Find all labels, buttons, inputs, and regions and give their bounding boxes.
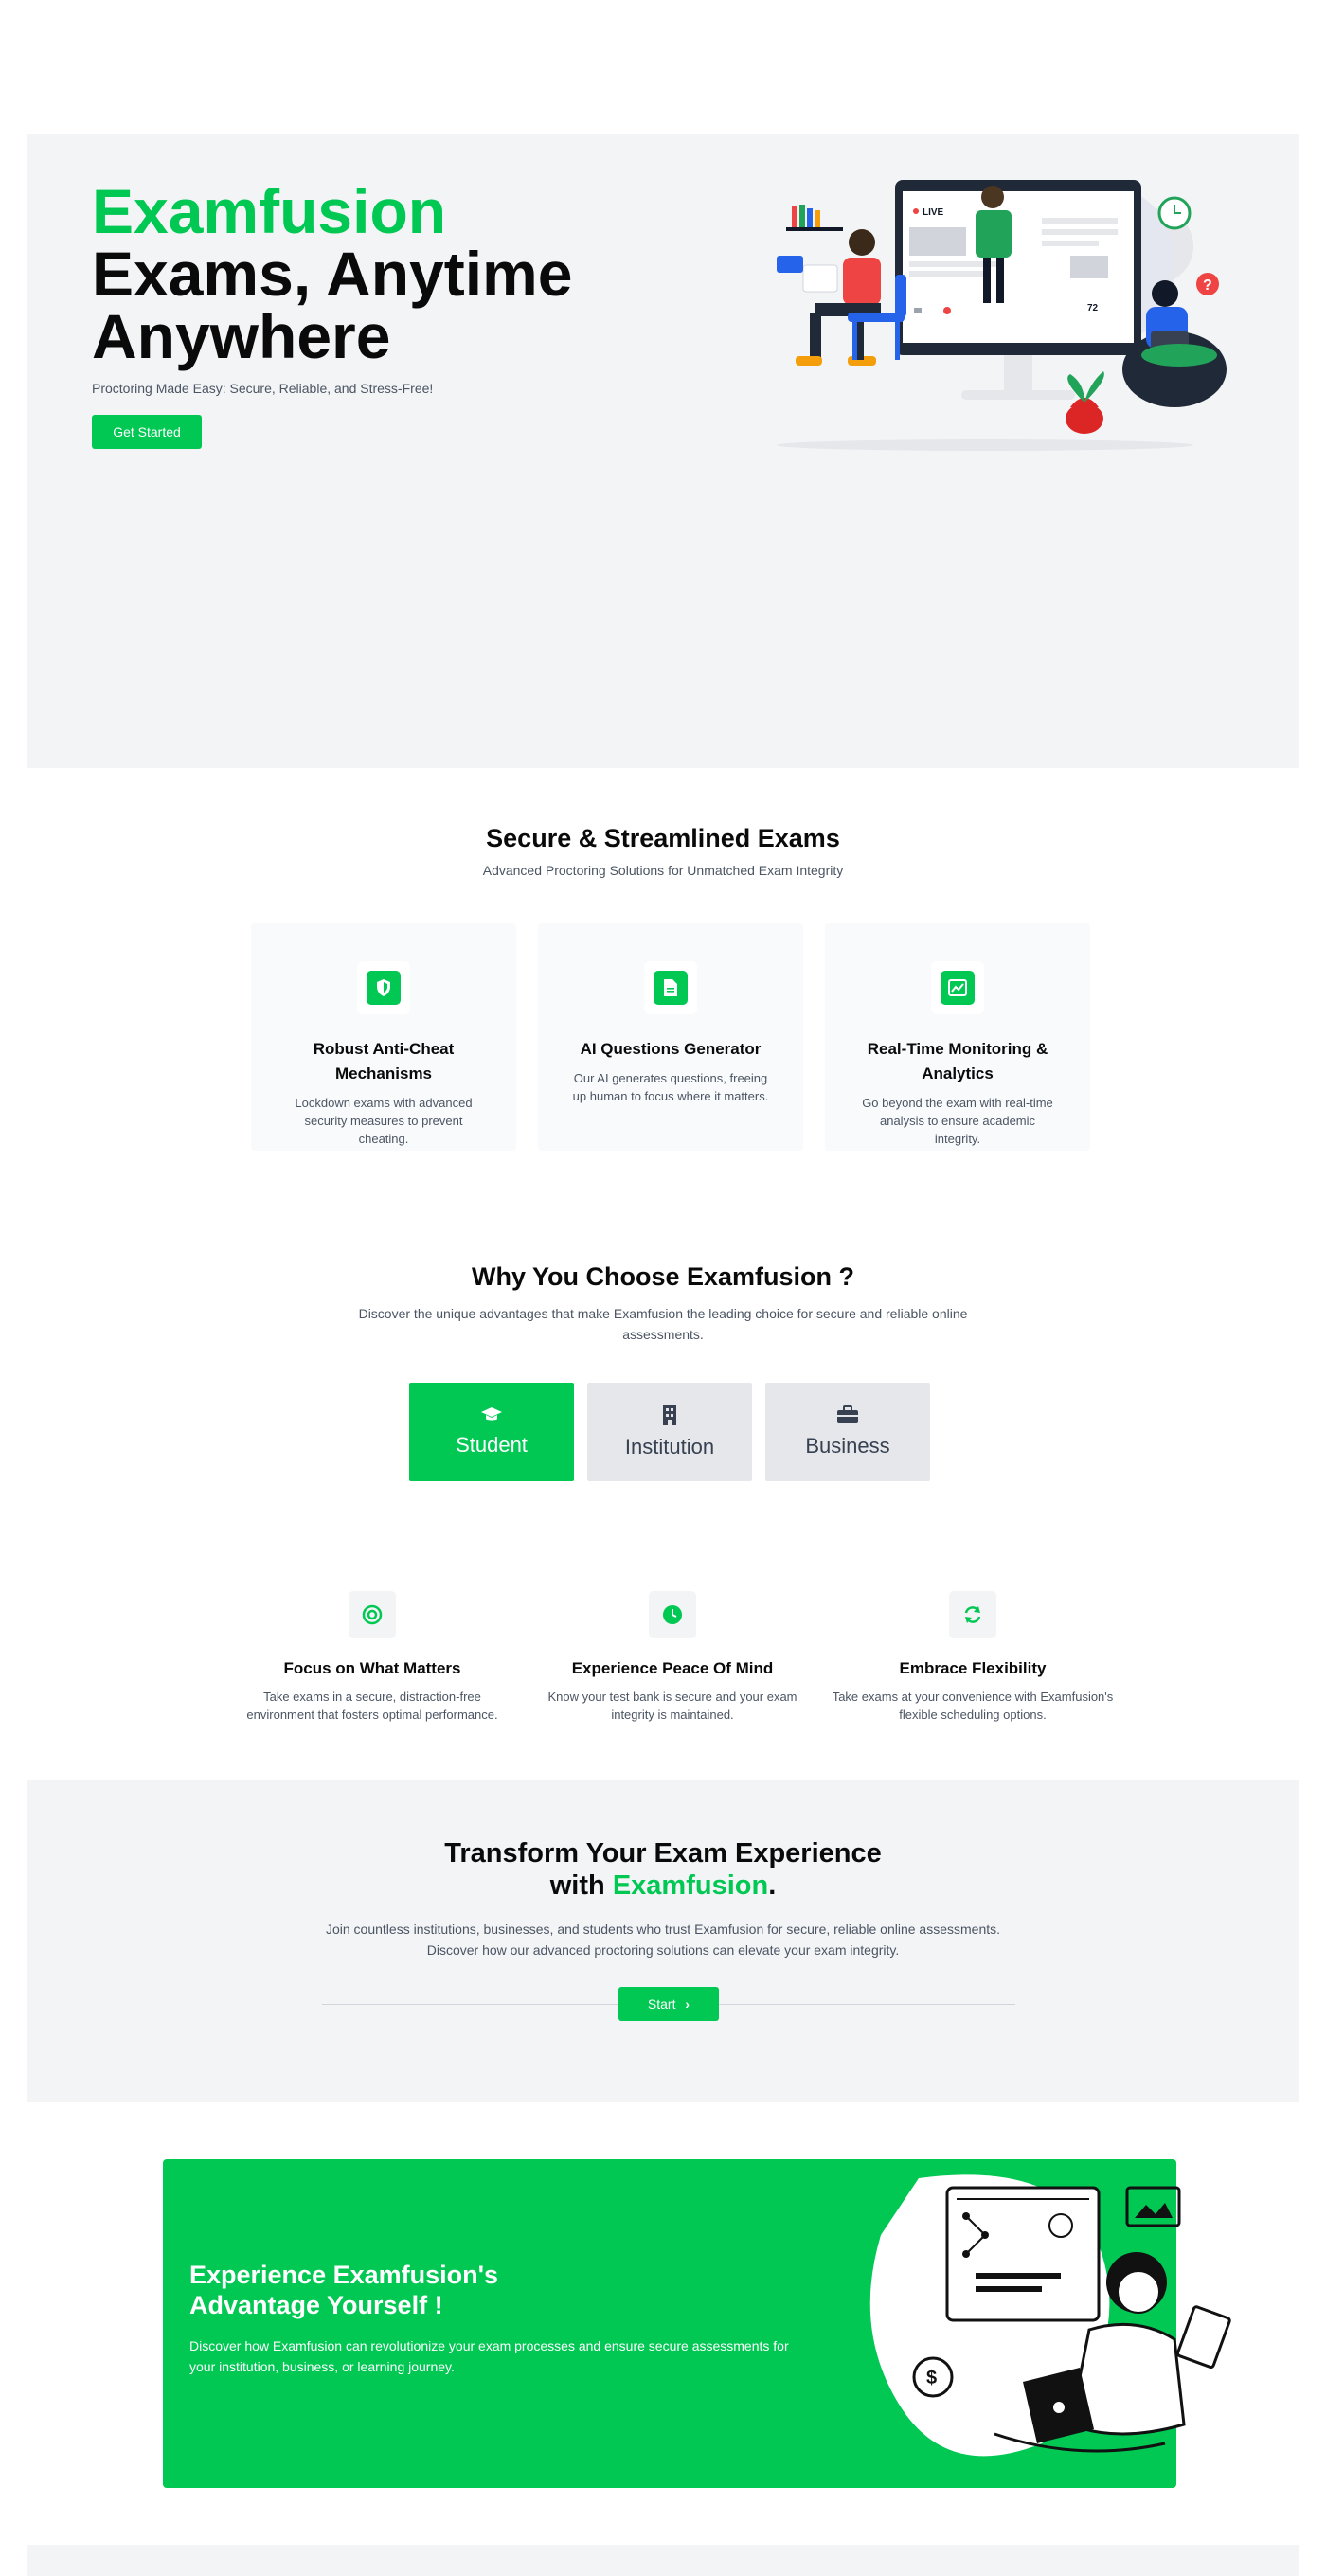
why-feature-flexibility: Embrace Flexibility Take exams at your c…	[831, 1591, 1115, 1724]
building-icon	[663, 1405, 676, 1425]
feature-card-monitoring: Real-Time Monitoring & Analytics Go beyo…	[825, 923, 1090, 1151]
clock-icon	[649, 1591, 696, 1638]
start-button[interactable]: Start ›	[618, 1987, 719, 2021]
card-title: Robust Anti-Cheat Mechanisms	[313, 1040, 455, 1082]
transform-title: Transform Your Exam Experience with Exam…	[444, 1838, 882, 1901]
footer-strip	[27, 2545, 1299, 2576]
transform-section: Transform Your Exam Experience with Exam…	[27, 1780, 1299, 2102]
why-feature-peace: Experience Peace Of Mind Know your test …	[530, 1591, 815, 1724]
why-title: Why You Choose Examfusion ?	[471, 1262, 855, 1291]
secure-section-header: Secure & Streamlined Exams Advanced Proc…	[0, 824, 1326, 878]
secure-title: Secure & Streamlined Exams	[486, 824, 840, 852]
feature-card-anti-cheat: Robust Anti-Cheat Mechanisms Lockdown ex…	[251, 923, 516, 1151]
why-subtitle: Discover the unique advantages that make…	[358, 1306, 968, 1342]
hero-title: Exams, Anytime Anywhere	[92, 239, 573, 371]
chart-icon	[941, 971, 975, 1005]
svg-text:?: ?	[1203, 277, 1212, 294]
feature-desc: Take exams at your convenience with Exam…	[832, 1690, 1114, 1722]
hero-text: Examfusion Exams, Anytime Anywhere Proct…	[92, 180, 622, 449]
card-desc: Go beyond the exam with real-time analys…	[862, 1096, 1053, 1146]
transform-brand: Examfusion	[612, 1870, 769, 1901]
briefcase-icon	[837, 1405, 858, 1423]
get-started-button[interactable]: Get Started	[92, 415, 202, 449]
hero-illustration: LIVE 72 ?	[777, 180, 1227, 451]
feature-title: Experience Peace Of Mind	[571, 1659, 774, 1677]
card-desc: Our AI generates questions, freeing up h…	[572, 1071, 769, 1103]
secure-subtitle: Advanced Proctoring Solutions for Unmatc…	[482, 863, 844, 878]
transform-desc: Join countless institutions, businesses,…	[325, 1922, 1001, 1958]
card-title: Real-Time Monitoring & Analytics	[867, 1040, 1048, 1082]
feature-desc: Know your test bank is secure and your e…	[547, 1690, 797, 1722]
tab-label: Student	[456, 1433, 528, 1457]
document-icon	[654, 971, 688, 1005]
tab-label: Business	[805, 1434, 890, 1458]
feature-title: Focus on What Matters	[283, 1659, 461, 1677]
why-section-header: Why You Choose Examfusion ? Discover the…	[0, 1262, 1326, 1345]
svg-text:$: $	[926, 2368, 937, 2388]
hero-subtitle: Proctoring Made Easy: Secure, Reliable, …	[92, 381, 434, 396]
why-feature-focus: Focus on What Matters Take exams in a se…	[230, 1591, 514, 1724]
hero-brand: Examfusion	[92, 176, 447, 246]
cta-title: Experience Examfusion's Advantage Yourse…	[189, 2261, 499, 2319]
feature-desc: Take exams in a secure, distraction-free…	[246, 1690, 498, 1722]
tab-business[interactable]: Business	[765, 1383, 930, 1481]
card-title: AI Questions Generator	[580, 1040, 762, 1058]
target-icon	[349, 1591, 396, 1638]
refresh-icon	[949, 1591, 996, 1638]
shield-icon	[367, 971, 401, 1005]
viewer-count: 72	[1087, 303, 1099, 313]
tab-student[interactable]: Student	[409, 1383, 574, 1481]
cta-illustration: $	[869, 2174, 1231, 2457]
tab-label: Institution	[624, 1435, 715, 1458]
live-badge: LIVE	[923, 207, 944, 218]
tab-institution[interactable]: Institution	[587, 1383, 752, 1481]
cta-desc: Discover how Examfusion can revolutioniz…	[189, 2338, 789, 2374]
graduation-cap-icon	[481, 1407, 502, 1421]
chevron-right-icon: ›	[685, 1996, 690, 2012]
feature-card-ai-questions: AI Questions Generator Our AI generates …	[538, 923, 803, 1151]
feature-title: Embrace Flexibility	[899, 1659, 1047, 1677]
card-desc: Lockdown exams with advanced security me…	[295, 1096, 473, 1146]
